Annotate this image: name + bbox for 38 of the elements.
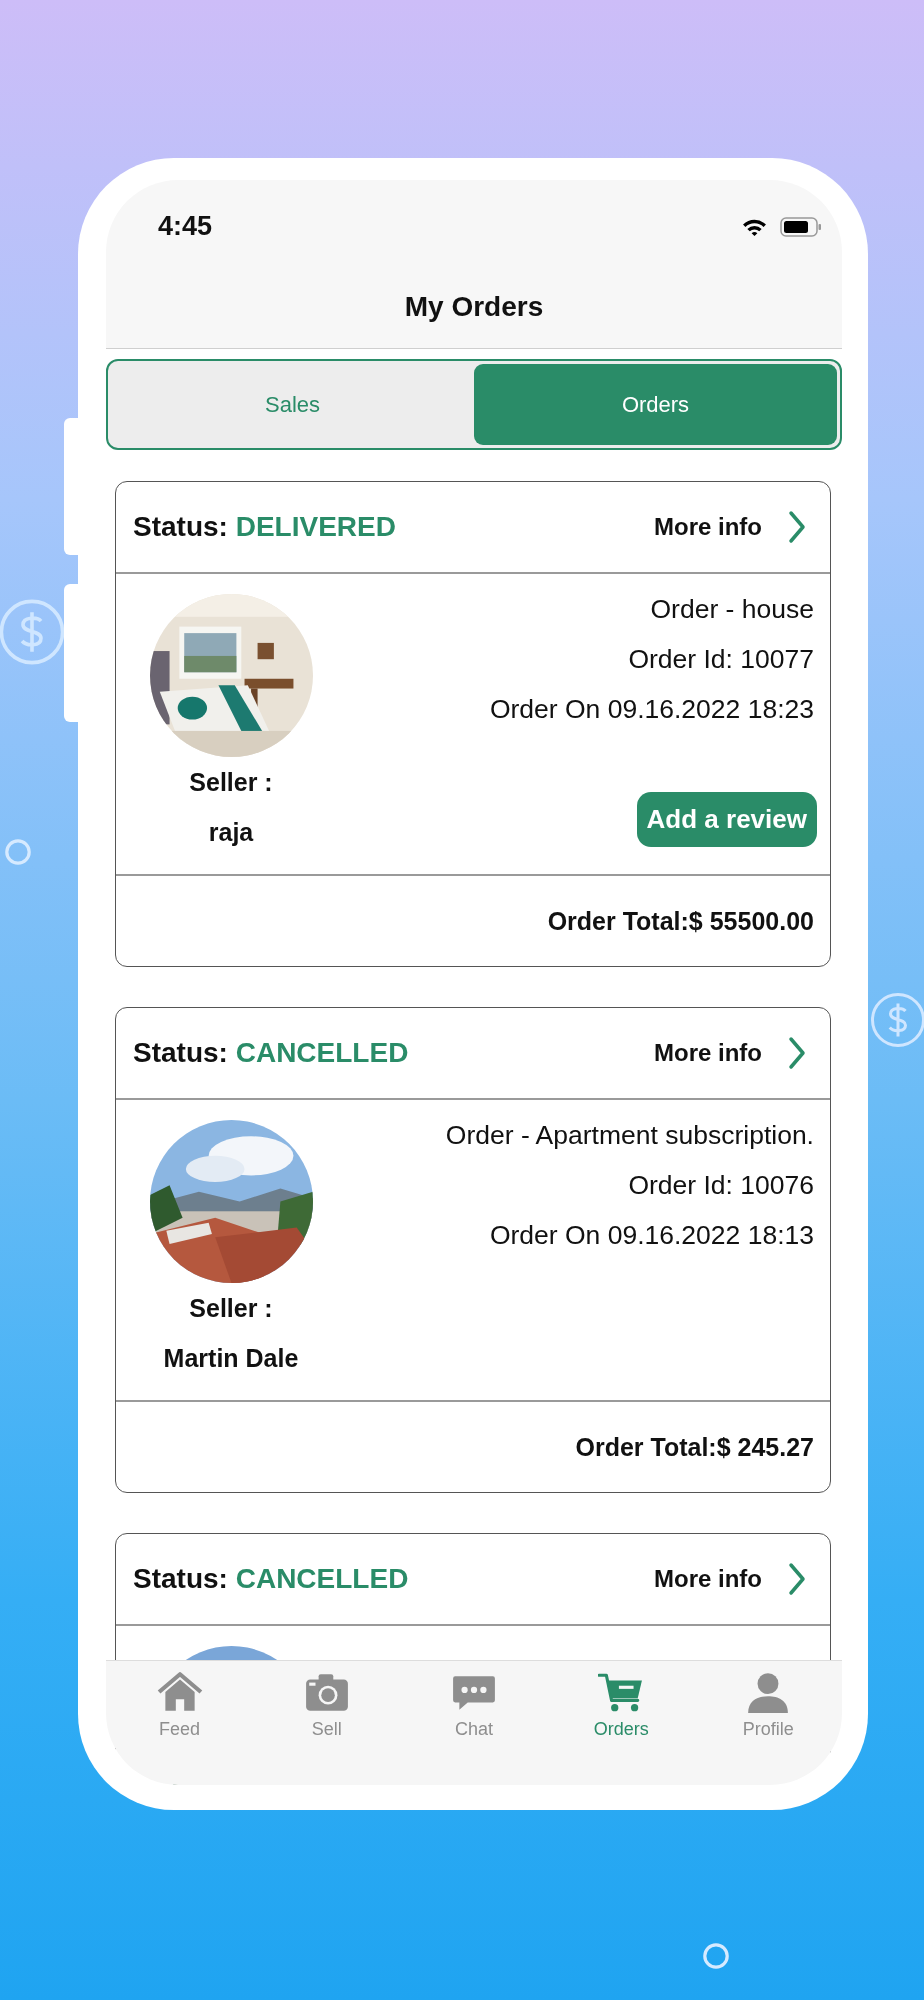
chevron-right-icon (788, 1036, 806, 1070)
add-review-button[interactable]: Add a review (636, 792, 817, 847)
status-time: 4:45 (158, 210, 213, 242)
more-info-link[interactable]: More info (654, 1039, 762, 1067)
order-id: Order Id: 10077 (628, 643, 814, 676)
segment-tab[interactable]: Sales (111, 364, 474, 445)
tab-bar-item[interactable]: Sell (271, 1671, 382, 1751)
battery-icon (780, 216, 822, 237)
cart-icon (598, 1671, 645, 1713)
seller-name: raja (208, 817, 254, 848)
order-total: Order Total:$ 55500.00 (547, 906, 814, 936)
tab-bar-item[interactable]: Chat (418, 1671, 529, 1751)
order-status: Status: DELIVERED (133, 511, 397, 543)
chevron-right-icon (788, 1562, 806, 1596)
home-icon (156, 1671, 203, 1713)
order-total: Order Total:$ 245.27 (575, 1432, 814, 1462)
circle-icon (2, 836, 34, 868)
seller-label: Seller : (189, 767, 273, 798)
order-date: Order On 09.16.2022 18:23 (489, 693, 814, 726)
dollar-coin-icon (868, 990, 924, 1050)
order-status: Status: CANCELLED (133, 1037, 410, 1069)
chevron-right-icon (788, 510, 806, 544)
tab-bar-item[interactable]: Profile (713, 1671, 824, 1751)
order-title: Order - Apartment subscription. (445, 1119, 814, 1152)
segment-tab[interactable]: Orders (474, 364, 837, 445)
seller-name: Martin Dale (163, 1343, 299, 1374)
tab-bar-item[interactable]: Feed (124, 1671, 235, 1751)
camera-icon (303, 1671, 350, 1713)
screen-title: My Orders (404, 290, 544, 323)
order-status: Status: CANCELLED (133, 1563, 410, 1595)
order-date: Order On 09.16.2022 18:13 (489, 1219, 814, 1252)
tab-bar-item[interactable]: Orders (566, 1671, 677, 1751)
order-title: Order - house (650, 593, 814, 626)
circle-icon (700, 1940, 732, 1972)
seller-label: Seller : (189, 1293, 273, 1324)
more-info-link[interactable]: More info (654, 513, 762, 541)
more-info-link[interactable]: More info (654, 1565, 762, 1593)
order-id: Order Id: 10076 (628, 1169, 814, 1202)
